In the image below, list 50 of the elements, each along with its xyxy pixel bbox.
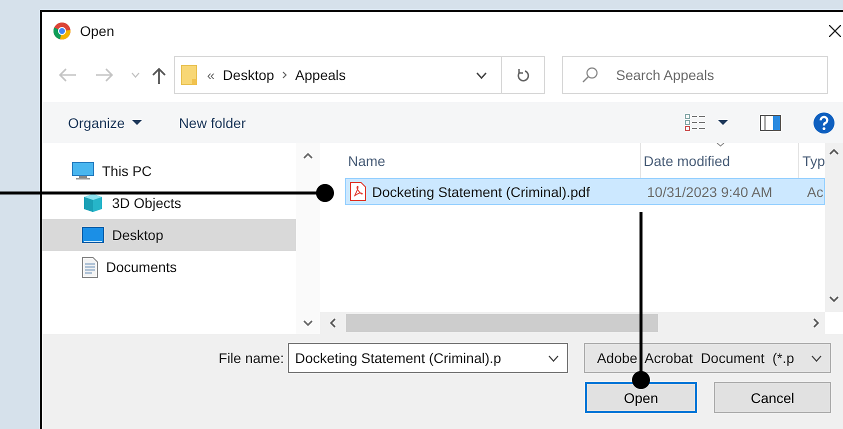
pdf-file-icon <box>350 182 366 201</box>
file-name-label: File name: <box>218 350 284 366</box>
sidebar-item[interactable]: Desktop <box>42 219 296 251</box>
search-field[interactable]: Search Appeals <box>562 56 828 94</box>
dialog-button[interactable]: Open <box>585 382 697 413</box>
view-list-icon[interactable] <box>685 114 706 132</box>
cube-icon <box>82 193 104 213</box>
breadcrumb-overflow[interactable]: « <box>207 67 215 83</box>
caret-down-icon[interactable] <box>718 120 728 125</box>
computer-icon <box>72 162 94 180</box>
window-title: Open <box>80 23 114 39</box>
scroll-left-icon[interactable] <box>330 318 336 328</box>
preview-pane-icon[interactable] <box>760 114 781 130</box>
chevron-down-icon <box>548 354 559 362</box>
search-icon <box>582 67 598 83</box>
scroll-right-icon[interactable] <box>813 318 819 328</box>
document-icon <box>82 256 98 278</box>
breadcrumb-item[interactable]: Desktop <box>222 67 274 83</box>
organize-menu[interactable]: Organize <box>66 110 144 134</box>
scrollbar-thumb[interactable] <box>346 314 658 332</box>
refresh-icon[interactable] <box>516 68 530 82</box>
breadcrumb-item[interactable]: Appeals <box>295 67 346 83</box>
app-icon <box>53 22 71 40</box>
sidebar-item[interactable]: 3D Objects <box>42 187 296 219</box>
file-row[interactable]: Docketing Statement (Criminal).pdf 10/31/2023 9:40 AM Ac <box>345 178 825 205</box>
chevron-down-icon[interactable] <box>476 72 487 78</box>
help-icon[interactable] <box>813 112 835 134</box>
chevron-down-icon <box>811 354 822 362</box>
scroll-up-icon[interactable] <box>303 153 313 159</box>
table-cell: Docketing Statement (Criminal).pdf <box>372 184 590 200</box>
column-header[interactable]: Typ <box>799 143 825 178</box>
file-name-field[interactable]: Docketing Statement (Criminal).p <box>288 343 568 373</box>
file-type-dropdown[interactable]: Adobe Acrobat Document (*.p <box>584 343 831 373</box>
caret-down-icon <box>132 120 142 125</box>
monitor-icon <box>82 226 104 244</box>
new-folder-button[interactable]: New folder <box>176 110 248 134</box>
up-arrow-icon[interactable] <box>152 66 166 84</box>
folder-icon <box>181 65 197 85</box>
table-cell: 10/31/2023 9:40 AM <box>647 184 772 200</box>
close-icon[interactable] <box>829 25 841 37</box>
sidebar-item[interactable]: Documents <box>42 251 296 283</box>
scroll-down-icon[interactable] <box>829 296 839 302</box>
address-bar[interactable]: « Desktop Appeals <box>174 56 545 94</box>
sidebar-item[interactable]: This PC <box>42 155 296 187</box>
dialog-button[interactable]: Cancel <box>714 382 831 413</box>
chevron-right-icon <box>282 71 288 79</box>
sort-chevron-icon <box>716 143 725 147</box>
scroll-up-icon[interactable] <box>829 149 839 155</box>
table-cell: Ac <box>807 184 824 200</box>
scroll-down-icon[interactable] <box>303 320 313 326</box>
